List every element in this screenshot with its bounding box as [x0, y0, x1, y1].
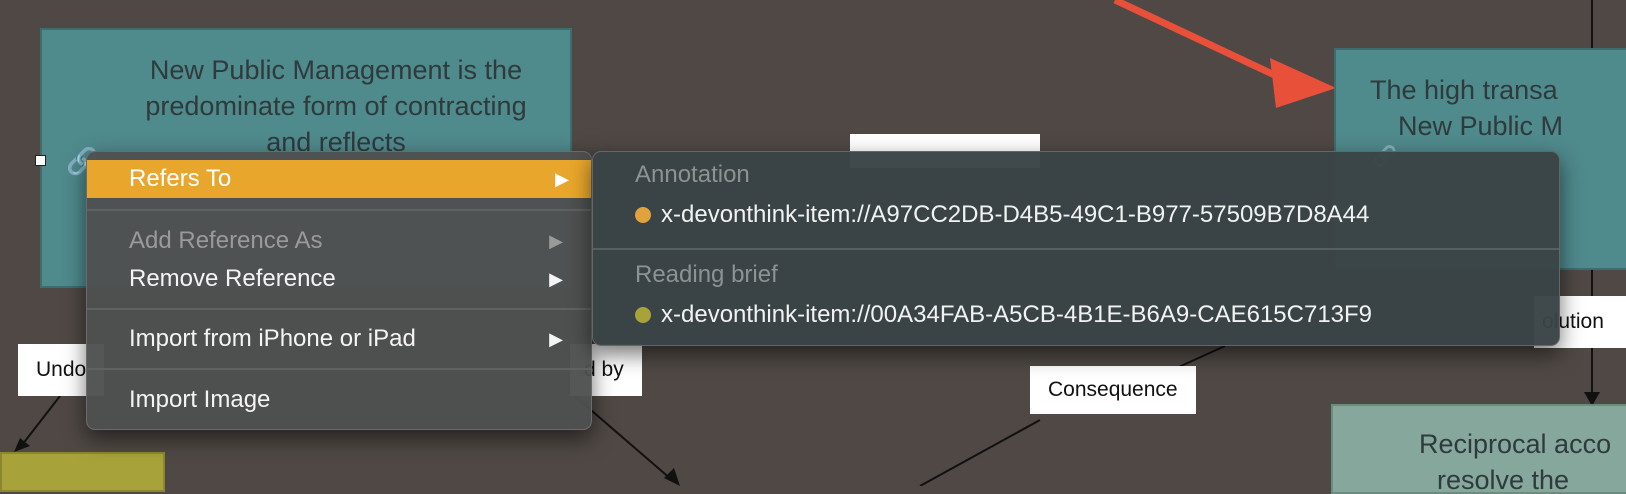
- node-small-left[interactable]: [0, 452, 165, 492]
- node-text-line: New Public M: [1398, 111, 1564, 141]
- context-menu: Refers To ▶ Add Reference As ▶ Remove Re…: [86, 151, 592, 430]
- edge-label-text: Consequence: [1048, 378, 1178, 401]
- edge-label-consequence[interactable]: Consequence: [1030, 366, 1196, 414]
- menu-item-remove-reference[interactable]: Remove Reference ▶: [93, 260, 585, 298]
- edge-label-text: Undo: [36, 358, 87, 381]
- reference-link-reading-brief[interactable]: x-devonthink-item://00A34FAB-A5CB-4B1E-B…: [635, 298, 1372, 332]
- node-text-line: Reciprocal acco: [1419, 429, 1612, 459]
- menu-item-import-image[interactable]: Import Image: [93, 381, 585, 419]
- menu-item-label: Add Reference As: [129, 227, 323, 254]
- reference-link-text: x-devonthink-item://00A34FAB-A5CB-4B1E-B…: [661, 301, 1373, 328]
- submenu-arrow-icon: ▶: [549, 269, 563, 289]
- node-reciprocal[interactable]: Reciprocal acco resolve the: [1331, 404, 1626, 494]
- menu-item-label: Import from iPhone or iPad: [129, 325, 416, 352]
- node-text-line: resolve the: [1437, 465, 1570, 494]
- color-dot-icon: [635, 207, 651, 223]
- submenu-arrow-icon: ▶: [555, 169, 569, 189]
- menu-separator: [87, 209, 591, 211]
- node-text: New Public Management is the predominate…: [145, 55, 527, 157]
- menu-item-refers-to[interactable]: Refers To ▶: [87, 160, 591, 198]
- menu-separator: [593, 248, 1559, 250]
- node-text-line: The high transa: [1370, 75, 1558, 105]
- menu-separator: [87, 368, 591, 370]
- section-header-annotation: Annotation: [635, 161, 750, 188]
- menu-item-label: Import Image: [129, 386, 271, 413]
- color-dot-icon: [635, 307, 651, 323]
- menu-item-label: Refers To: [129, 165, 232, 192]
- submenu-arrow-icon: ▶: [549, 329, 563, 349]
- submenu-arrow-icon: ▶: [549, 231, 563, 251]
- menu-separator: [87, 308, 591, 310]
- reference-link-text: x-devonthink-item://A97CC2DB-D4B5-49C1-B…: [661, 201, 1370, 228]
- section-header-reading-brief: Reading brief: [635, 261, 778, 288]
- menu-item-add-reference-as[interactable]: Add Reference As ▶: [93, 222, 585, 260]
- refers-to-submenu: Annotation x-devonthink-item://A97CC2DB-…: [592, 151, 1560, 346]
- reference-link-annotation[interactable]: x-devonthink-item://A97CC2DB-D4B5-49C1-B…: [635, 198, 1369, 232]
- menu-item-label: Remove Reference: [129, 265, 336, 292]
- menu-item-import-iphone[interactable]: Import from iPhone or iPad ▶: [93, 320, 585, 358]
- resize-handle[interactable]: [35, 155, 46, 166]
